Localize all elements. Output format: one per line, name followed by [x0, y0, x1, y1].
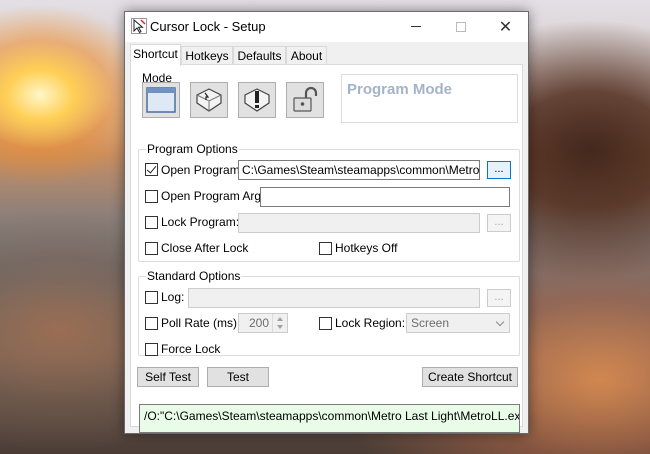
log-path-input[interactable] [188, 288, 480, 308]
unlock-padlock-icon [293, 86, 318, 112]
key-icon [196, 88, 222, 112]
close-after-lock-checkbox[interactable] [145, 242, 158, 255]
self-test-button[interactable]: Self Test [137, 367, 199, 387]
force-lock-label: Force Lock [161, 342, 221, 356]
warning-icon [244, 88, 270, 112]
open-program-args-label: Open Program Args: [161, 189, 271, 203]
tab-hotkeys[interactable]: Hotkeys [181, 46, 233, 65]
open-program-path-input[interactable]: C:\Games\Steam\steamapps\common\Metro La… [238, 160, 480, 180]
maximize-button[interactable] [438, 12, 483, 41]
maximize-icon [455, 21, 466, 32]
spin-up-icon [277, 317, 283, 321]
lock-program-checkbox[interactable] [145, 216, 158, 229]
open-program-args-checkbox[interactable] [145, 190, 158, 203]
log-checkbox[interactable] [145, 291, 158, 304]
program-options-legend: Program Options [146, 142, 239, 156]
cursor-lock-window: Cursor Lock - Setup ✕ Shortcut Hotkeys D… [124, 11, 529, 434]
log-label: Log: [161, 290, 185, 304]
lock-region-checkbox[interactable] [319, 317, 332, 330]
poll-rate-label: Poll Rate (ms): [161, 316, 241, 330]
mode-unlock-button[interactable] [286, 82, 324, 118]
open-program-label: Open Program: [161, 163, 244, 177]
lock-program-input[interactable] [238, 213, 480, 233]
tab-defaults[interactable]: Defaults [233, 46, 286, 65]
hotkeys-off-label: Hotkeys Off [335, 241, 398, 255]
current-mode-display: Program Mode [341, 74, 518, 123]
mode-warning-button[interactable] [238, 82, 276, 118]
lock-region-selected: Screen [411, 316, 450, 330]
spin-down-icon [277, 325, 283, 329]
mode-key-button[interactable] [190, 82, 228, 118]
current-mode-label: Program Mode [347, 81, 453, 98]
minimize-button[interactable] [393, 12, 438, 41]
close-icon: ✕ [498, 18, 513, 36]
open-program-checkbox[interactable] [145, 163, 158, 176]
force-lock-checkbox[interactable] [145, 343, 158, 356]
chevron-down-icon [495, 317, 505, 327]
lock-program-browse-button[interactable]: ... [487, 214, 511, 232]
open-program-browse-button[interactable]: ... [487, 161, 511, 179]
mode-window-button[interactable] [142, 82, 180, 118]
poll-rate-checkbox[interactable] [145, 317, 158, 330]
log-browse-button[interactable]: ... [487, 289, 511, 307]
command-line-output[interactable]: /O:"C:\Games\Steam\steamapps\common\Metr… [139, 404, 520, 433]
minimize-icon [410, 26, 421, 27]
tab-about[interactable]: About [286, 46, 327, 65]
hotkeys-off-checkbox[interactable] [319, 242, 332, 255]
close-button[interactable]: ✕ [483, 12, 528, 41]
open-program-args-input[interactable] [260, 187, 510, 207]
create-shortcut-button[interactable]: Create Shortcut [422, 367, 518, 387]
window-icon [146, 87, 176, 113]
poll-rate-spin-arrows[interactable] [272, 314, 287, 332]
close-after-lock-label: Close After Lock [161, 241, 249, 255]
lock-program-label: Lock Program: [161, 215, 240, 229]
cursor-lock-app-icon [131, 18, 147, 34]
window-title: Cursor Lock - Setup [150, 19, 266, 34]
tab-shortcut[interactable]: Shortcut [130, 44, 181, 66]
shortcut-tab-panel: Mode Program Mode Program Options Open P… [130, 64, 523, 433]
poll-rate-stepper[interactable]: 200 [238, 313, 288, 333]
lock-region-select[interactable]: Screen [406, 313, 510, 333]
poll-rate-value: 200 [248, 316, 269, 330]
title-bar[interactable]: Cursor Lock - Setup ✕ [125, 12, 528, 42]
test-button[interactable]: Test [207, 367, 269, 387]
mode-group: Mode [139, 71, 335, 123]
standard-options-legend: Standard Options [146, 269, 242, 283]
lock-region-label: Lock Region: [335, 316, 406, 330]
